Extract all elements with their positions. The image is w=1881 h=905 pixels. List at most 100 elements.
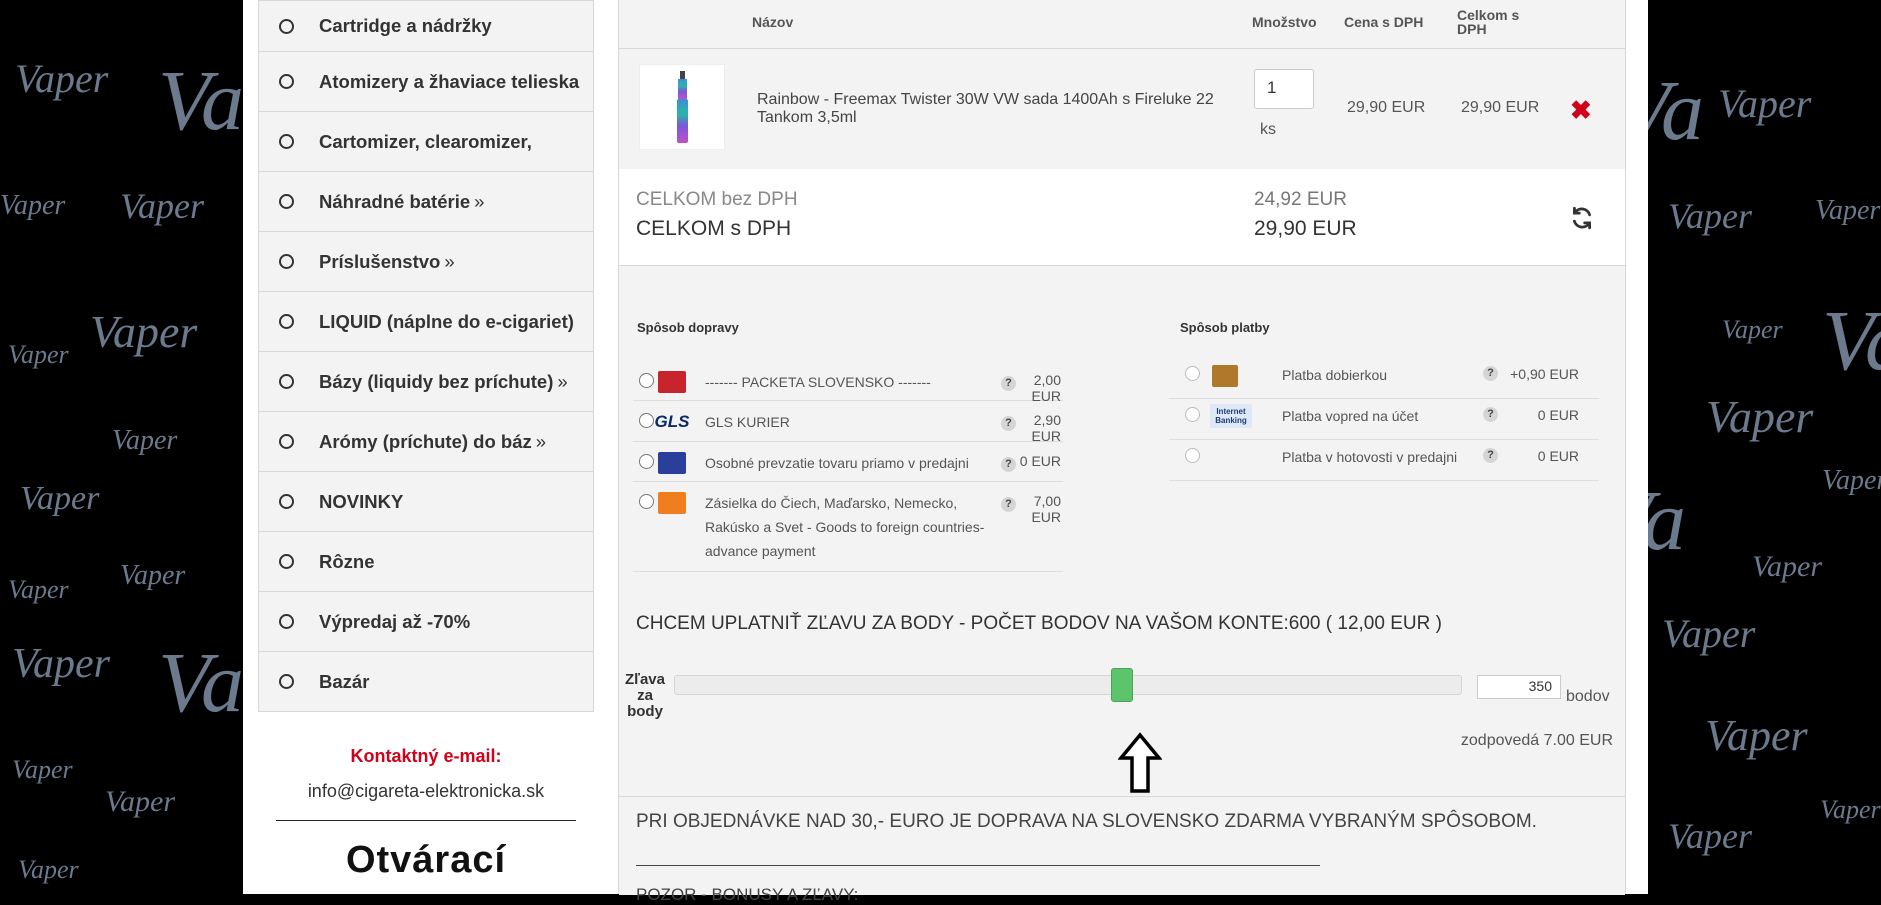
divider	[276, 820, 576, 821]
payment-radio[interactable]	[1185, 407, 1200, 422]
watermark-text: Vaper	[1668, 196, 1752, 236]
payment-label: Platba vopred na účet	[1282, 408, 1419, 424]
sidebar-item-label: Cartomizer, clearomizer,	[319, 130, 532, 152]
sidebar-item-label: Výpredaj až -70%	[319, 610, 471, 632]
bullet-icon	[279, 74, 294, 89]
payment-option[interactable]: Platba v hotovosti v predajni? 0 EUR	[1169, 440, 1599, 481]
sidebar-item[interactable]: NOVINKY	[258, 472, 594, 532]
bullet-icon	[279, 194, 294, 209]
sidebar-item[interactable]: LIQUID (náplne do e-cigariet)	[258, 292, 594, 352]
refresh-cart-icon[interactable]	[1569, 205, 1595, 238]
shipping-radio[interactable]	[639, 494, 654, 509]
shipping-option[interactable]: ------- PACKETA SLOVENSKO -------? 2,00 E…	[633, 360, 1063, 404]
remove-item-icon[interactable]: ✖	[1570, 95, 1592, 126]
bullet-icon	[279, 134, 294, 149]
payment-price: 0 EUR	[1537, 448, 1579, 464]
watermark-text: Vaper	[120, 186, 204, 226]
help-icon[interactable]: ?	[1483, 366, 1498, 381]
watermark-text: Vaper	[1718, 81, 1812, 126]
watermark-text: Vaper	[1668, 816, 1752, 856]
points-slider-track[interactable]	[674, 675, 1462, 695]
product-image[interactable]	[639, 64, 725, 150]
payment-radio[interactable]	[1185, 448, 1200, 463]
sidebar-item[interactable]: Atomizery a žhaviace telieska	[258, 52, 594, 112]
points-title: CHCEM UPLATNIŤ ZĽAVU ZA BODY - POČET BOD…	[636, 613, 1442, 634]
payment-option[interactable]: Platba dobierkou? +0,90 EUR	[1169, 358, 1599, 399]
payment-label: Platba dobierkou	[1282, 367, 1388, 383]
sidebar-item-label: Atomizery a žhaviace telieska	[319, 70, 580, 92]
shipping-label: Osobné prevzatie tovaru priamo v predajn…	[705, 455, 969, 471]
payment-price: +0,90 EUR	[1510, 366, 1579, 382]
cart-totals: CELKOM bez DPH CELKOM s DPH 24,92 EUR 29…	[619, 169, 1625, 266]
shipping-radio[interactable]	[639, 413, 654, 428]
points-input[interactable]: 350	[1477, 675, 1561, 699]
sidebar-item-label: Cartridge a nádržky	[319, 15, 492, 36]
sidebar-item-label: Rôzne	[319, 550, 375, 572]
watermark-text: Vaper	[18, 855, 79, 884]
up-arrow-icon	[1117, 732, 1163, 799]
bullet-icon	[279, 614, 294, 629]
watermark-text: Vaper	[105, 785, 175, 818]
shipping-price: 7,00 EUR	[1031, 493, 1061, 525]
watermark-text: Vaper	[1815, 195, 1881, 226]
shipping-option[interactable]: GLS GLS KURIER? 2,90 EUR	[633, 400, 1063, 444]
payment-title: Spôsob platby	[1180, 320, 1270, 335]
total-without-vat-value: 24,92 EUR	[1254, 189, 1347, 210]
sidebar-item[interactable]: Bazár	[258, 652, 594, 712]
shipping-option[interactable]: Zásielka do Čiech, Maďarsko, Nemecko, Ra…	[633, 481, 1063, 572]
shipping-radio[interactable]	[639, 454, 654, 469]
payment-price: 0 EUR	[1537, 407, 1579, 423]
sidebar-item-label: Náhradné batérie	[319, 190, 471, 212]
bullet-icon	[279, 374, 294, 389]
contact-email[interactable]: info@cigareta-elektronicka.sk	[258, 781, 594, 802]
product-name[interactable]: Rainbow - Freemax Twister 30W VW sada 14…	[757, 91, 1227, 127]
sidebar-item-label: LIQUID (náplne do e-cigariet)	[319, 310, 574, 332]
sidebar-item[interactable]: Cartomizer, clearomizer,	[258, 112, 594, 172]
contact-block: Kontaktný e-mail: info@cigareta-elektron…	[258, 726, 594, 882]
chevron-right-icon: »	[444, 250, 455, 272]
gls-logo: GLS	[654, 412, 690, 431]
watermark-text: Vaper	[1662, 611, 1756, 656]
sidebar-item-label: Arómy (príchute) do báz	[319, 430, 532, 452]
shipping-radio[interactable]	[639, 373, 654, 388]
sidebar-item[interactable]: Arómy (príchute) do báz»	[258, 412, 594, 472]
sidebar-item[interactable]: Výpredaj až -70%	[258, 592, 594, 652]
sidebar-item[interactable]: Náhradné batérie»	[258, 172, 594, 232]
payment-radio[interactable]	[1185, 366, 1200, 381]
wallet-logo	[1212, 365, 1238, 387]
watermark-text: Vaper	[120, 560, 186, 591]
col-header-total: Celkom s DPH	[1457, 7, 1520, 37]
packeta-logo	[658, 371, 686, 393]
free-shipping-note: PRI OBJEDNÁVKE NAD 30,- EURO JE DOPRAVA …	[636, 811, 1537, 832]
points-equivalent: zodpovedá 7.00 EUR	[1460, 732, 1613, 749]
sidebar-item-label: Príslušenstvo	[319, 250, 441, 272]
help-icon[interactable]: ?	[1483, 448, 1498, 463]
sidebar-item[interactable]: Bázy (liquidy bez príchute)»	[258, 352, 594, 412]
help-icon[interactable]: ?	[1483, 407, 1498, 422]
watermark-text: Vaper	[1822, 465, 1881, 496]
sidebar-item-label: Bázy (liquidy bez príchute)	[319, 370, 554, 392]
chevron-right-icon: »	[474, 190, 485, 212]
points-unit: bodov	[1566, 688, 1610, 705]
shipping-label: ------- PACKETA SLOVENSKO -------	[705, 374, 931, 390]
divider	[636, 865, 1320, 866]
shipping-option[interactable]: Osobné prevzatie tovaru priamo v predajn…	[633, 441, 1063, 482]
total-without-vat-label: CELKOM bez DPH	[636, 189, 798, 210]
watermark-text: Vaper	[8, 575, 69, 604]
total-with-vat-label: CELKOM s DPH	[636, 217, 792, 240]
payment-option[interactable]: Internet Banking Platba vopred na účet? 0 …	[1169, 399, 1599, 440]
quantity-input[interactable]: 1	[1254, 69, 1314, 109]
shipping-label: GLS KURIER	[705, 414, 790, 430]
chevron-right-icon: »	[535, 430, 547, 452]
item-price: 29,90 EUR	[1347, 99, 1426, 116]
watermark-text: Va	[158, 634, 244, 730]
watermark-text: Vaper	[1706, 391, 1814, 442]
sidebar-item[interactable]: Rôzne	[258, 532, 594, 592]
watermark-text: Vaper	[90, 306, 198, 357]
sidebar-item[interactable]: Cartridge a nádržky	[258, 0, 594, 52]
bullet-icon	[279, 434, 294, 449]
sidebar-item-label: Bazár	[319, 670, 370, 692]
points-slider-handle[interactable]	[1110, 668, 1133, 702]
bullet-icon	[279, 314, 294, 329]
sidebar-item[interactable]: Príslušenstvo»	[258, 232, 594, 292]
